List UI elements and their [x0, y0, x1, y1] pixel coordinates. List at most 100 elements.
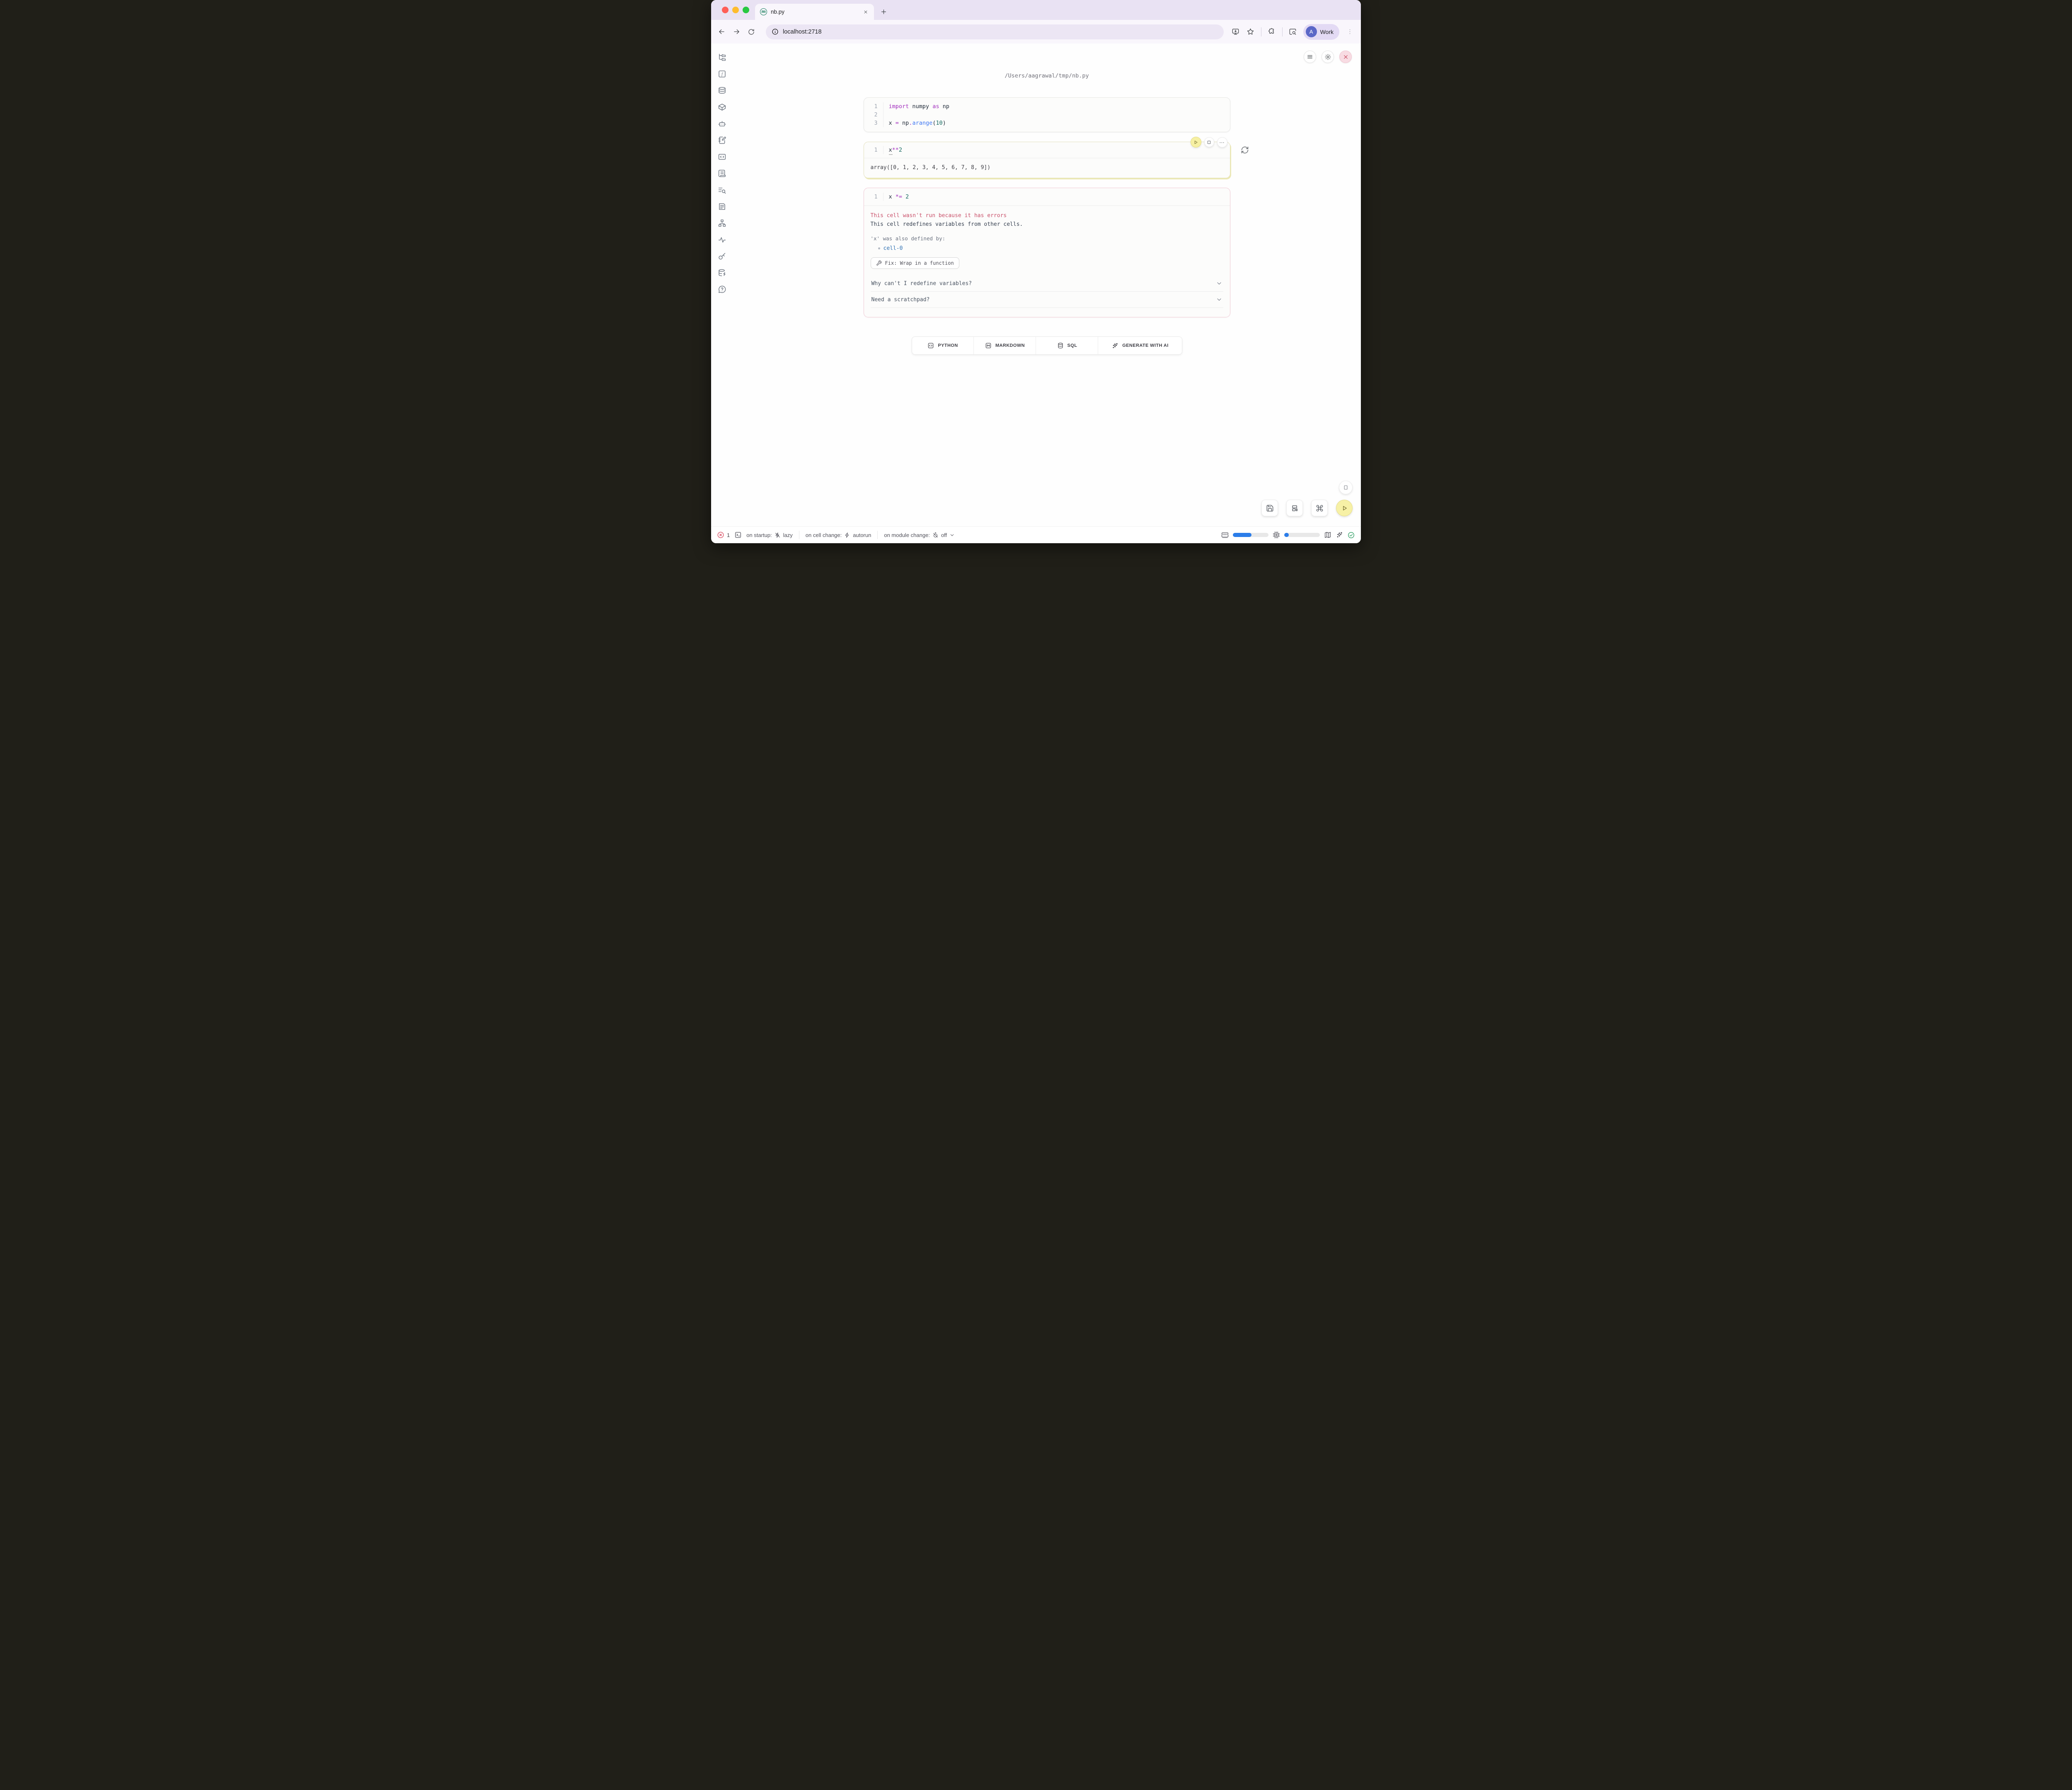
startup-value: lazy: [783, 532, 793, 538]
settings-gear-icon[interactable]: [1322, 51, 1334, 63]
layout-toggle-button[interactable]: [1286, 500, 1303, 516]
add-python-label: PYTHON: [938, 343, 958, 348]
code-square-icon: [927, 342, 934, 349]
add-cell-bar: PYTHON MARKDOWN SQL GENERATE WITH AI: [912, 336, 1182, 355]
install-app-icon[interactable]: [1229, 25, 1243, 39]
url-bar[interactable]: localhost:2718: [766, 24, 1224, 39]
terminal-icon: [734, 531, 742, 539]
add-sql-label: SQL: [1067, 343, 1077, 348]
tab-close-icon[interactable]: [862, 8, 870, 16]
line-number: 2: [864, 112, 883, 118]
documentation-icon[interactable]: [717, 169, 726, 178]
marimo-favicon: m: [760, 8, 767, 15]
cell-0-link[interactable]: cell-0: [884, 245, 903, 252]
add-sql-cell-button[interactable]: SQL: [1036, 337, 1098, 354]
browser-tab[interactable]: m nb.py: [755, 4, 874, 20]
logs-icon[interactable]: [717, 185, 726, 194]
reload-icon[interactable]: [744, 25, 758, 39]
data-sources-icon[interactable]: [717, 86, 726, 95]
zap-icon: [844, 532, 850, 538]
startup-mode-setting[interactable]: on startup: lazy: [746, 532, 793, 538]
generate-with-ai-button[interactable]: GENERATE WITH AI: [1098, 337, 1181, 354]
add-python-cell-button[interactable]: PYTHON: [912, 337, 974, 354]
cell-more-icon[interactable]: …: [1217, 137, 1227, 148]
outline-icon[interactable]: [717, 202, 726, 211]
error-count-badge[interactable]: 1: [717, 531, 730, 539]
module-change-label: on module change:: [884, 532, 930, 538]
status-bar: 1 on startup: lazy on cell change: autor…: [711, 526, 1361, 543]
save-button[interactable]: [1261, 500, 1278, 516]
add-markdown-cell-button[interactable]: MARKDOWN: [973, 337, 1036, 354]
interrupt-icon[interactable]: [1339, 481, 1353, 494]
minimap-icon[interactable]: [1324, 531, 1331, 539]
keyboard-shortcuts-button[interactable]: [1311, 500, 1328, 516]
code-line-text[interactable]: [883, 111, 889, 119]
cpu-usage-fill: [1284, 533, 1289, 537]
sparkles-icon: [1111, 342, 1118, 349]
code-line-text[interactable]: import numpy as np: [883, 102, 949, 111]
url-text: localhost:2718: [783, 29, 822, 35]
code-cell-2[interactable]: … 1 x**2 array([0, 1, 2, 3, 4, 5, 6, 7, …: [864, 142, 1230, 178]
terminal-button[interactable]: [734, 531, 742, 539]
fix-wrap-function-button[interactable]: Fix: Wrap in a function: [871, 257, 959, 269]
cache-icon[interactable]: [717, 268, 726, 277]
bookmark-star-icon[interactable]: [1244, 25, 1258, 39]
search-tabs-icon[interactable]: [1286, 25, 1300, 39]
browser-window: m nb.py localhost:2718: [711, 0, 1361, 543]
snippets-icon[interactable]: [717, 152, 726, 161]
help-icon[interactable]: [717, 285, 726, 294]
cell-change-value: autorun: [853, 532, 871, 538]
code-line-text[interactable]: x = np.arange(10): [883, 119, 946, 127]
avatar: A: [1306, 26, 1317, 37]
error-count: 1: [727, 532, 730, 538]
minimize-window-button[interactable]: [732, 7, 739, 13]
floating-button-row: [1261, 500, 1353, 516]
file-explorer-icon[interactable]: [717, 53, 726, 62]
panel-rail: f: [711, 44, 733, 526]
menu-icon[interactable]: [1304, 51, 1316, 63]
timer-off-icon: [932, 532, 939, 538]
tracing-icon[interactable]: [717, 235, 726, 244]
maximize-window-button[interactable]: [743, 7, 749, 13]
run-cell-icon[interactable]: [1191, 137, 1201, 148]
cell-error-panel: This cell wasn't run because it has erro…: [864, 206, 1230, 317]
packages-icon[interactable]: [717, 102, 726, 111]
back-icon[interactable]: [714, 25, 729, 39]
code-cell-3[interactable]: 1 x *= 2 This cell wasn't run because it…: [864, 188, 1230, 317]
browser-menu-icon[interactable]: [1343, 25, 1357, 39]
module-change-setting[interactable]: on module change: off: [884, 532, 955, 538]
code-line-text[interactable]: x *= 2: [883, 193, 909, 201]
close-window-button[interactable]: [722, 7, 729, 13]
ai-sparkles-icon[interactable]: [1336, 531, 1343, 539]
faq-redefine-accordion[interactable]: Why can't I redefine variables?: [871, 276, 1223, 292]
ai-chat-icon[interactable]: [717, 119, 726, 128]
cpu-icon: [1273, 531, 1280, 539]
dependencies-icon[interactable]: [717, 218, 726, 227]
defined-by-label: 'x' was also defined by:: [871, 235, 1223, 242]
connection-status-icon[interactable]: [1347, 531, 1355, 539]
database-icon: [1057, 342, 1064, 349]
statusbar-divider: [877, 531, 878, 539]
refresh-stale-icon[interactable]: [1241, 146, 1249, 154]
svg-text:f: f: [721, 72, 724, 77]
new-tab-button[interactable]: [877, 5, 890, 18]
forward-icon[interactable]: [729, 25, 743, 39]
site-info-icon[interactable]: [772, 28, 779, 35]
line-number: 1: [864, 104, 883, 110]
save-icon: [1266, 504, 1274, 512]
profile-chip[interactable]: A Work: [1303, 24, 1339, 40]
stop-cell-icon[interactable]: [1204, 137, 1214, 147]
scratchpad-icon[interactable]: [717, 135, 726, 145]
code-line-text[interactable]: x**2: [883, 146, 903, 154]
markdown-square-icon: [985, 342, 992, 349]
variables-icon[interactable]: f: [717, 69, 726, 78]
faq-scratchpad-accordion[interactable]: Need a scratchpad?: [871, 292, 1223, 308]
ram-usage-meter: [1233, 533, 1268, 537]
secrets-icon[interactable]: [717, 252, 726, 261]
extensions-icon[interactable]: [1265, 25, 1279, 39]
run-all-button[interactable]: [1336, 500, 1353, 516]
code-cell-1[interactable]: 1 import numpy as np 2 3 x = np.arange(1…: [864, 97, 1230, 132]
shutdown-icon[interactable]: [1339, 51, 1352, 63]
bullet-icon: [878, 247, 880, 249]
cell-change-setting[interactable]: on cell change: autorun: [806, 532, 871, 538]
